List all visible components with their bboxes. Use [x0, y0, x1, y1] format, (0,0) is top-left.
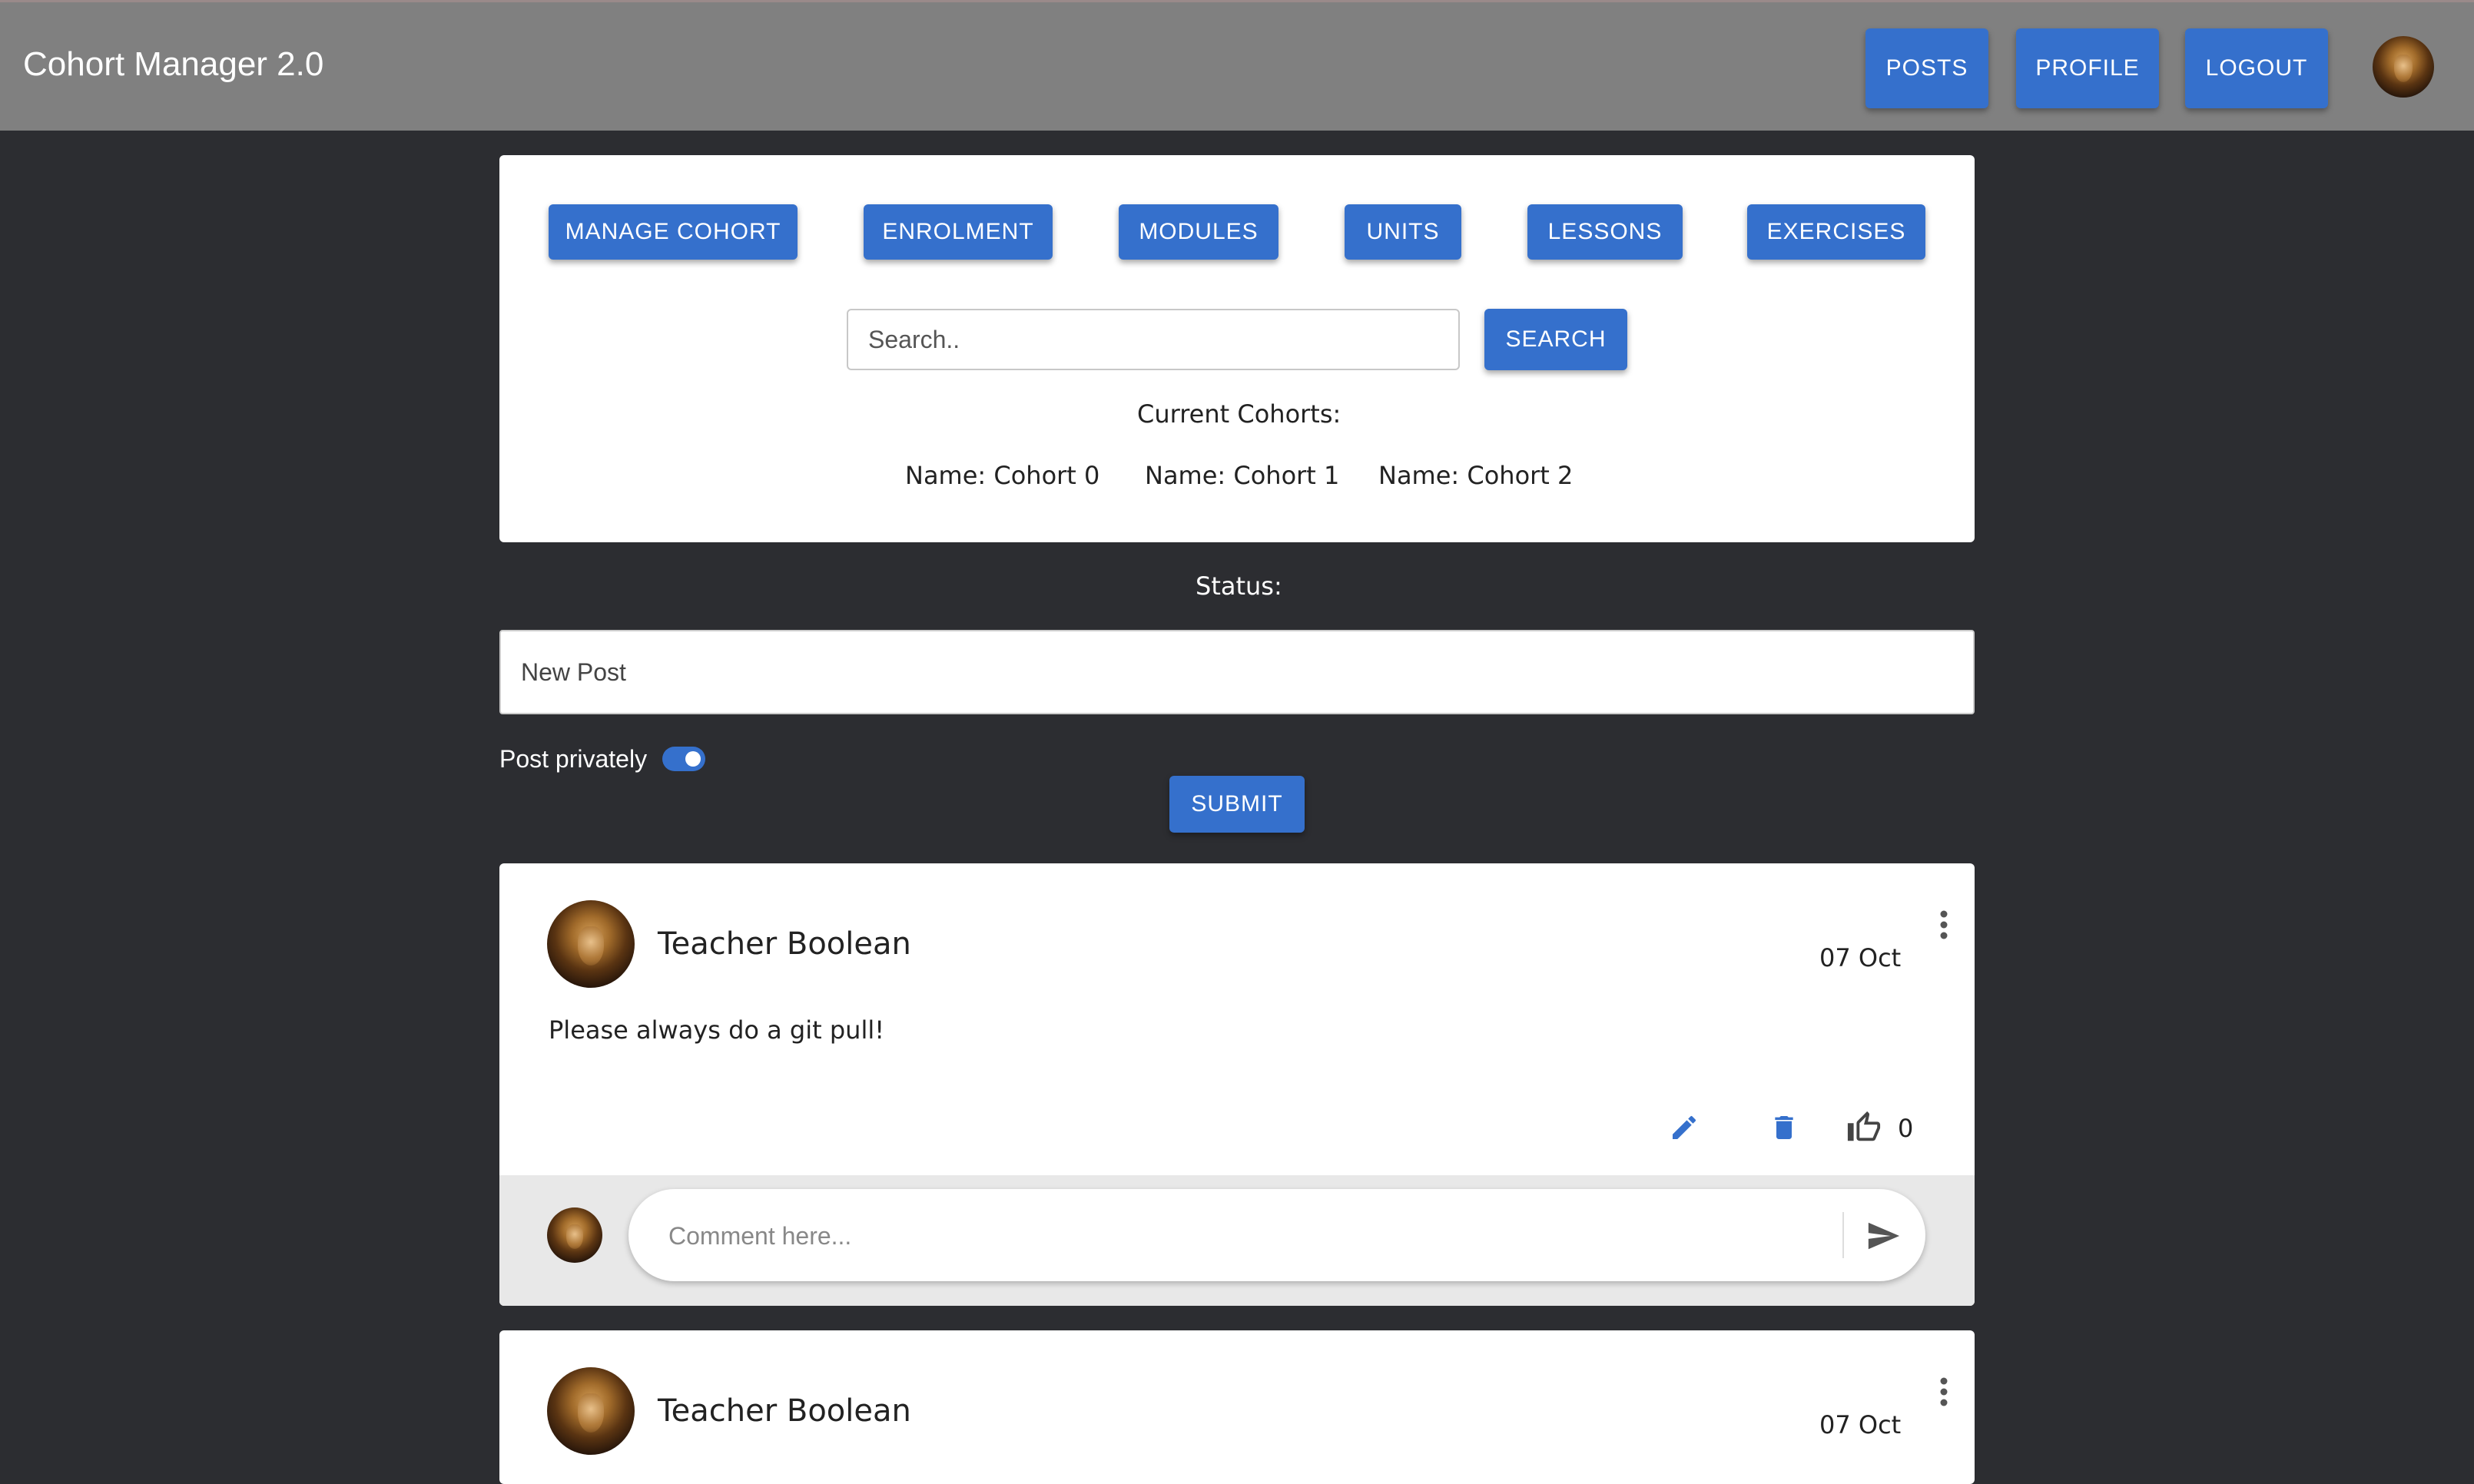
post-date: 07 Oct [1819, 1410, 1902, 1439]
units-button[interactable]: UNITS [1345, 204, 1461, 260]
cohort-item[interactable]: Name: Cohort 2 [1378, 461, 1573, 490]
posts-nav-button[interactable]: POSTS [1865, 28, 1988, 108]
new-post-input[interactable] [499, 630, 1975, 714]
post-privately-toggle[interactable] [662, 747, 705, 771]
modules-button[interactable]: MODULES [1119, 204, 1278, 260]
more-vert-icon[interactable] [1928, 1375, 1959, 1409]
like-count: 0 [1898, 1114, 1914, 1143]
submit-button[interactable]: SUBMIT [1169, 776, 1305, 833]
manage-cohort-button[interactable]: MANAGE COHORT [549, 204, 798, 260]
delete-icon[interactable] [1766, 1109, 1802, 1146]
post-author: Teacher Boolean [658, 1393, 911, 1429]
cohort-item[interactable]: Name: Cohort 1 [1145, 461, 1339, 490]
send-icon[interactable] [1862, 1215, 1904, 1257]
commenter-avatar [547, 1207, 602, 1263]
post-author: Teacher Boolean [658, 926, 911, 962]
author-avatar [547, 900, 635, 988]
logout-nav-button[interactable]: LOGOUT [2185, 28, 2328, 108]
cohort-search-input[interactable] [847, 309, 1460, 370]
profile-nav-button[interactable]: PROFILE [2016, 28, 2159, 108]
post-content: Please always do a git pull! [549, 1015, 885, 1045]
divider [1842, 1212, 1844, 1258]
app-title: Cohort Manager 2.0 [23, 45, 324, 83]
search-button[interactable]: SEARCH [1484, 309, 1627, 370]
status-label: Status: [1196, 571, 1282, 601]
current-cohorts-label: Current Cohorts: [1137, 399, 1341, 429]
toggle-knob [685, 751, 701, 767]
enrolment-button[interactable]: ENROLMENT [864, 204, 1053, 260]
comment-input[interactable] [667, 1212, 1822, 1260]
edit-icon[interactable] [1666, 1109, 1703, 1146]
comment-input-container [628, 1189, 1925, 1281]
user-avatar[interactable] [2373, 36, 2434, 98]
post-date: 07 Oct [1819, 943, 1902, 972]
post-privately-label: Post privately [499, 745, 648, 773]
thumb-up-icon[interactable] [1844, 1108, 1884, 1148]
cohort-item[interactable]: Name: Cohort 0 [905, 461, 1099, 490]
author-avatar [547, 1367, 635, 1455]
more-vert-icon[interactable] [1928, 908, 1959, 942]
top-app-bar: Cohort Manager 2.0 POSTS PROFILE LOGOUT [0, 0, 2474, 131]
exercises-button[interactable]: EXERCISES [1747, 204, 1925, 260]
lessons-button[interactable]: LESSONS [1527, 204, 1683, 260]
